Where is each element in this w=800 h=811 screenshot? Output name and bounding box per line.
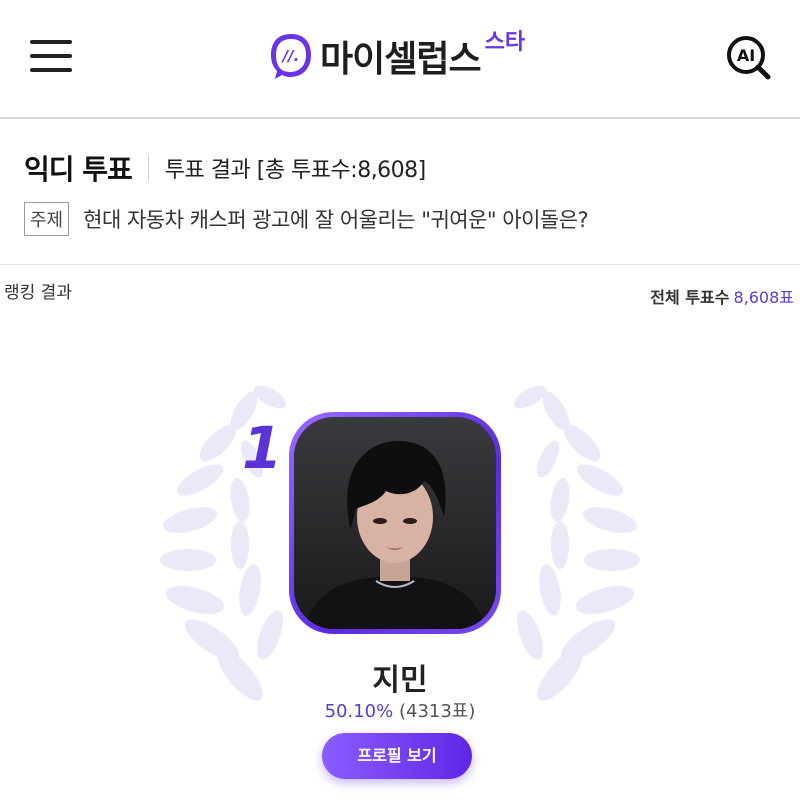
total-votes-value: 8,608표 [733,288,794,307]
logo-icon: //. [271,34,311,79]
vote-title-row: 익디 투표 투표 결과 [총 투표수:8,608] [24,148,426,188]
idol-photo [294,417,496,629]
total-votes: 전체 투표수 8,608표 [650,284,794,308]
view-profile-button[interactable]: 프로필 보기 [322,733,472,779]
vote-result-meta: 투표 결과 [총 투표수:8,608] [164,158,426,183]
svg-text://.: //. [281,47,300,65]
vote-percent: 50.10% [324,701,394,722]
logo-text: 마이셀럽스 [320,39,482,80]
logo-superscript: 스타 [484,30,526,55]
ranking-label: 랭킹 결과 [4,283,72,303]
idol-photo-frame[interactable] [289,412,501,634]
portrait-image [294,417,496,629]
idol-name: 지민 [372,663,428,698]
svg-text:AI: AI [737,46,755,65]
menu-icon[interactable] [30,38,72,74]
topic-text: 현대 자동차 캐스퍼 광고에 잘 어울리는 "귀여운" 아이돌은? [83,208,589,232]
total-votes-label: 전체 투표수 [650,288,730,307]
title-divider [147,155,149,181]
app-logo[interactable]: //. 마이셀럽스 스타 [268,28,525,84]
vote-stat: 50.10% (4313표) [0,697,800,723]
vote-title: 익디 투표 [24,153,133,186]
topic-tag: 주제 [24,202,70,236]
section-divider [0,264,800,265]
vote-topic-row: 주제 현대 자동차 캐스퍼 광고에 잘 어울리는 "귀여운" 아이돌은? [24,201,589,237]
vote-count: (4313표) [398,701,476,722]
ai-search-icon[interactable]: AI [724,34,774,80]
rank-number: 1 [242,414,283,482]
app-header: //. 마이셀럽스 스타 AI [0,0,800,119]
